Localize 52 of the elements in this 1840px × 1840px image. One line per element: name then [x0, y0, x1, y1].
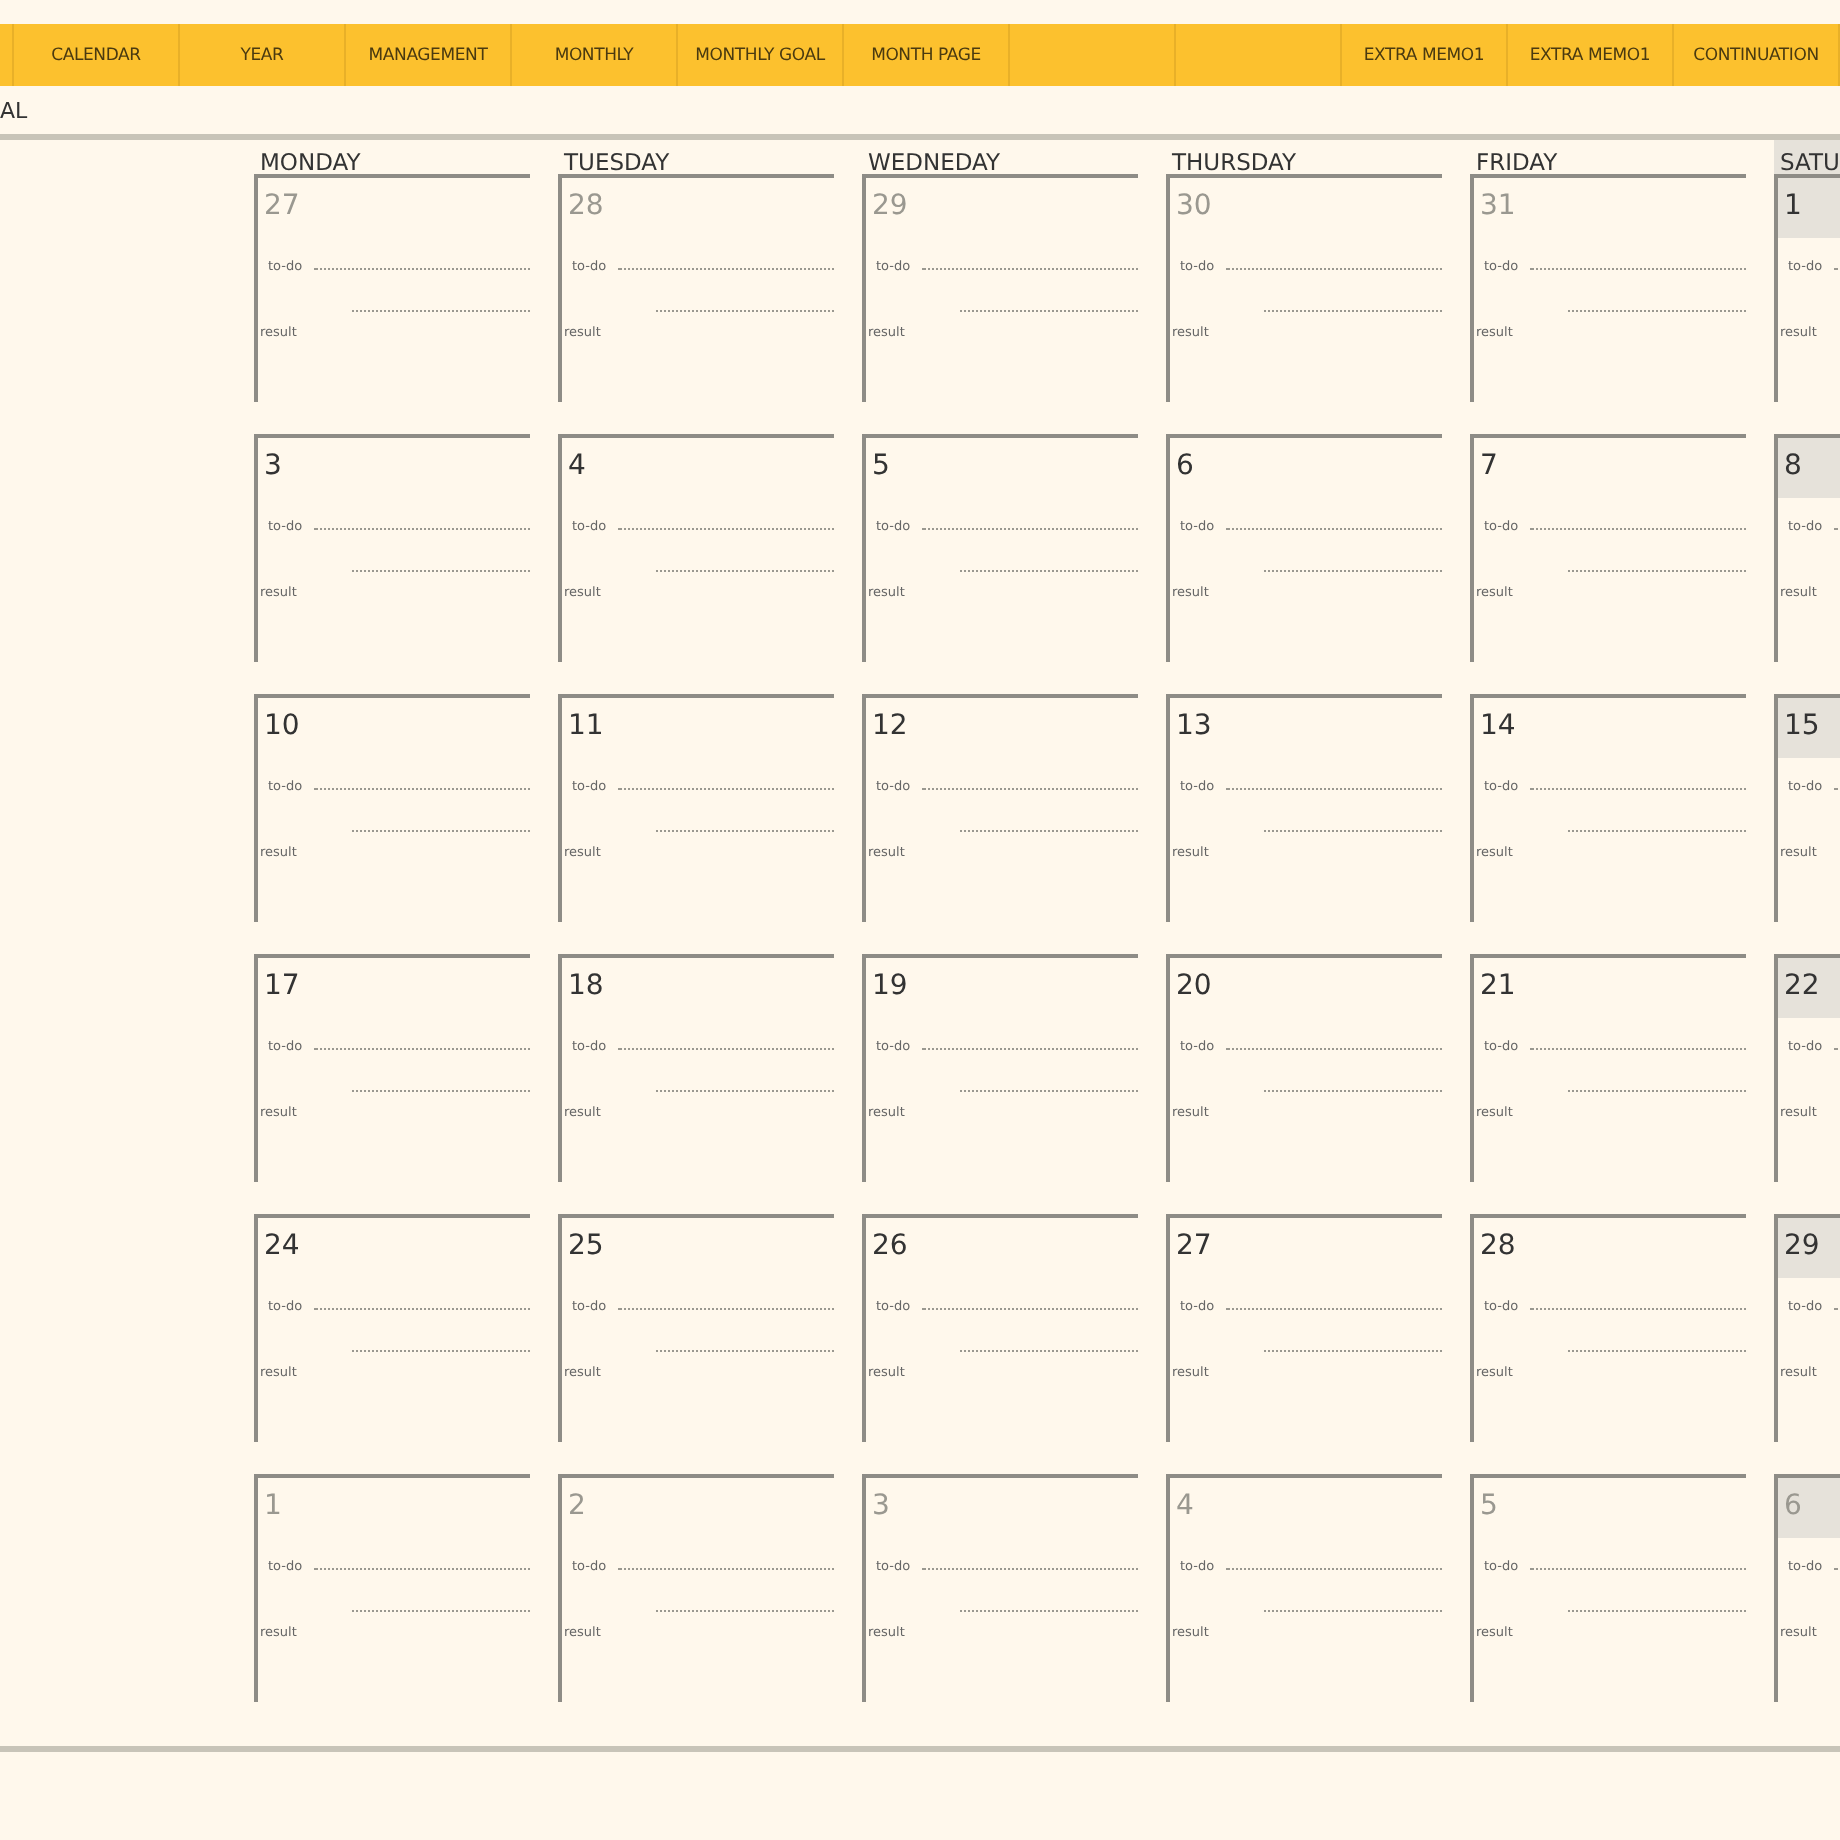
day-number: 3 [262, 448, 284, 486]
day-number: 4 [1174, 1488, 1196, 1526]
day-number: 31 [1478, 188, 1518, 226]
sheet-title: AL [0, 98, 28, 124]
day-number: 22 [1778, 958, 1840, 1018]
nav-tab[interactable]: YEAR [240, 45, 284, 65]
day-number: 1 [1778, 178, 1840, 238]
nav-tab[interactable]: MONTHLY GOAL [695, 45, 825, 65]
day-number: 8 [1778, 438, 1840, 498]
nav-tab[interactable]: MONTH PAGE [871, 45, 981, 65]
day-number: 15 [1778, 698, 1840, 758]
day-number: 1 [262, 1488, 284, 1526]
nav-tab[interactable]: MONTHLY [554, 45, 634, 65]
day-number: 29 [870, 188, 910, 226]
weekday-header: MONDAY [258, 146, 363, 174]
day-number: 28 [566, 188, 606, 226]
day-number: 7 [1478, 448, 1500, 486]
day-number: 24 [262, 1228, 302, 1266]
day-number: 14 [1478, 708, 1518, 746]
day-number: 27 [262, 188, 302, 226]
day-number: 26 [870, 1228, 910, 1266]
day-number: 30 [1174, 188, 1214, 226]
weekday-header: TUESDAY [562, 146, 672, 174]
day-number: 6 [1174, 448, 1196, 486]
day-number: 3 [870, 1488, 892, 1526]
day-number: 5 [1478, 1488, 1500, 1526]
day-number: 28 [1478, 1228, 1518, 1266]
day-number: 11 [566, 708, 606, 746]
weekday-header: WEDNEDAY [866, 146, 1003, 174]
nav-tab[interactable]: EXTRA MEMO1 [1529, 45, 1651, 65]
nav-tab[interactable]: EXTRA MEMO1 [1363, 45, 1485, 65]
day-number: 2 [566, 1488, 588, 1526]
day-number: 18 [566, 968, 606, 1006]
day-number: 10 [262, 708, 302, 746]
nav-tab[interactable]: MANAGEMENT [368, 45, 488, 65]
day-number: 13 [1174, 708, 1214, 746]
day-number: 19 [870, 968, 910, 1006]
day-number: 12 [870, 708, 910, 746]
day-number: 20 [1174, 968, 1214, 1006]
day-number: 21 [1478, 968, 1518, 1006]
nav-tab[interactable]: CALENDAR [51, 45, 141, 65]
day-number: 5 [870, 448, 892, 486]
day-number: 27 [1174, 1228, 1214, 1266]
weekday-header: SATU [1774, 140, 1840, 174]
day-number: 6 [1778, 1478, 1840, 1538]
weekday-header: THURSDAY [1170, 146, 1299, 174]
weekday-header: FRIDAY [1474, 146, 1560, 174]
day-number: 25 [566, 1228, 606, 1266]
nav-tab[interactable]: CONTINUATION [1693, 45, 1819, 65]
day-number: 4 [566, 448, 588, 486]
day-number: 29 [1778, 1218, 1840, 1278]
day-number: 17 [262, 968, 302, 1006]
